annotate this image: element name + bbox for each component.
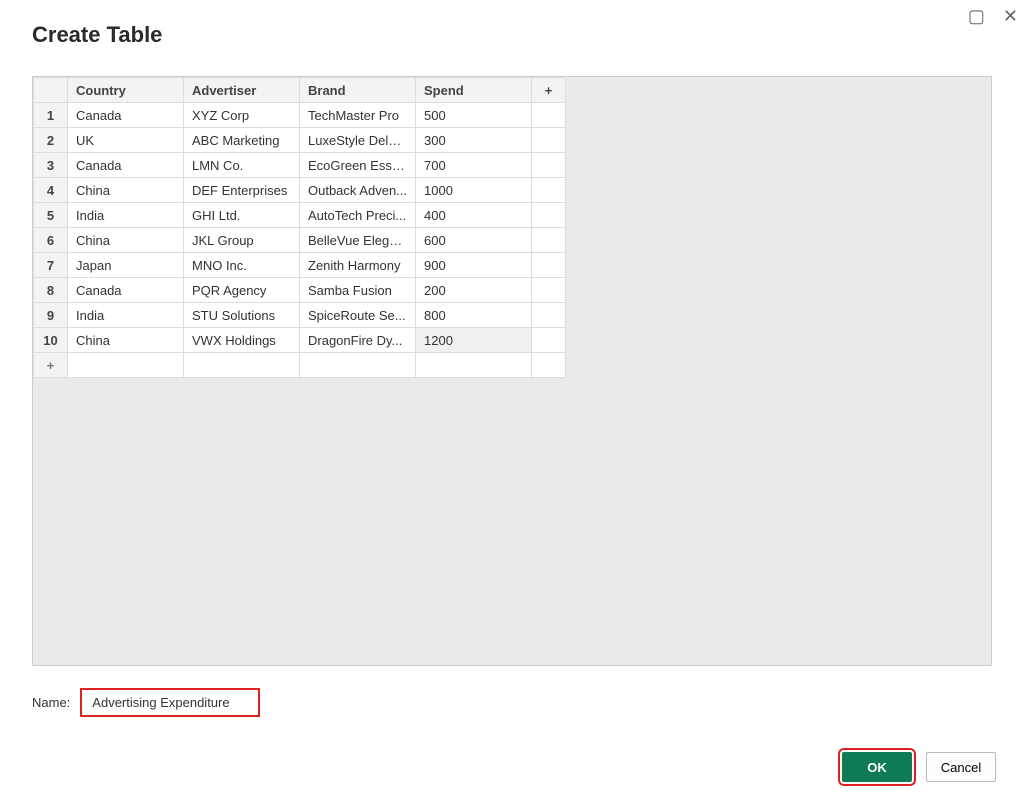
ok-button[interactable]: OK <box>842 752 912 782</box>
row-number[interactable]: 7 <box>34 253 68 278</box>
cell-spend[interactable]: 600 <box>416 228 532 253</box>
cell-empty <box>532 128 566 153</box>
cell-empty <box>532 103 566 128</box>
row-number[interactable]: 10 <box>34 328 68 353</box>
cell-advertiser[interactable]: GHI Ltd. <box>184 203 300 228</box>
add-row-button[interactable]: + <box>34 353 68 378</box>
cell-brand[interactable]: Zenith Harmony <box>300 253 416 278</box>
row-number[interactable]: 5 <box>34 203 68 228</box>
dialog-title: Create Table <box>0 0 1024 48</box>
cell-advertiser[interactable]: VWX Holdings <box>184 328 300 353</box>
cell-brand[interactable]: AutoTech Preci... <box>300 203 416 228</box>
table-row[interactable]: 3CanadaLMN Co.EcoGreen Esse...700 <box>34 153 566 178</box>
table-row[interactable]: 10ChinaVWX HoldingsDragonFire Dy...1200 <box>34 328 566 353</box>
cell-advertiser[interactable]: MNO Inc. <box>184 253 300 278</box>
cell-spend[interactable]: 900 <box>416 253 532 278</box>
row-number[interactable]: 4 <box>34 178 68 203</box>
cell-brand[interactable]: SpiceRoute Se... <box>300 303 416 328</box>
cell-advertiser[interactable]: PQR Agency <box>184 278 300 303</box>
corner-cell <box>34 78 68 103</box>
close-icon[interactable]: ✕ <box>1003 6 1018 27</box>
cell-spend[interactable]: 300 <box>416 128 532 153</box>
cell-country[interactable]: China <box>68 178 184 203</box>
cell-country[interactable]: India <box>68 303 184 328</box>
cell-spend[interactable]: 1000 <box>416 178 532 203</box>
add-column-button[interactable]: + <box>532 78 566 103</box>
column-header-brand[interactable]: Brand <box>300 78 416 103</box>
cell-empty <box>532 203 566 228</box>
cell-empty <box>532 253 566 278</box>
cell-spend[interactable]: 800 <box>416 303 532 328</box>
cell-country[interactable]: Canada <box>68 103 184 128</box>
table-name-input[interactable] <box>80 688 260 717</box>
cell-empty <box>532 278 566 303</box>
cell-brand[interactable]: DragonFire Dy... <box>300 328 416 353</box>
table-row[interactable]: 8CanadaPQR AgencySamba Fusion200 <box>34 278 566 303</box>
cell-country[interactable]: UK <box>68 128 184 153</box>
table-row[interactable]: 6ChinaJKL GroupBelleVue Elega...600 <box>34 228 566 253</box>
cell-country[interactable]: Japan <box>68 253 184 278</box>
data-grid[interactable]: Country Advertiser Brand Spend + 1Canada… <box>32 76 992 666</box>
row-number[interactable]: 3 <box>34 153 68 178</box>
cell-advertiser[interactable]: DEF Enterprises <box>184 178 300 203</box>
cell-spend[interactable]: 200 <box>416 278 532 303</box>
cell-empty <box>532 328 566 353</box>
cell-empty <box>532 303 566 328</box>
cell-advertiser[interactable]: STU Solutions <box>184 303 300 328</box>
cell-country[interactable]: China <box>68 228 184 253</box>
table-row[interactable]: 9IndiaSTU SolutionsSpiceRoute Se...800 <box>34 303 566 328</box>
row-number[interactable]: 1 <box>34 103 68 128</box>
cell-country[interactable]: Canada <box>68 153 184 178</box>
cancel-button[interactable]: Cancel <box>926 752 996 782</box>
table-row[interactable]: 1CanadaXYZ CorpTechMaster Pro500 <box>34 103 566 128</box>
table-row[interactable]: 4ChinaDEF EnterprisesOutback Adven...100… <box>34 178 566 203</box>
cell-brand[interactable]: BelleVue Elega... <box>300 228 416 253</box>
table-row[interactable]: 5IndiaGHI Ltd.AutoTech Preci...400 <box>34 203 566 228</box>
cell-advertiser[interactable]: LMN Co. <box>184 153 300 178</box>
table-row[interactable]: 2UKABC MarketingLuxeStyle Deluxe300 <box>34 128 566 153</box>
cell-empty <box>532 228 566 253</box>
cell-country[interactable]: India <box>68 203 184 228</box>
cell-spend[interactable]: 700 <box>416 153 532 178</box>
column-header-spend[interactable]: Spend <box>416 78 532 103</box>
maximize-icon[interactable]: ▢ <box>968 6 985 27</box>
cell-brand[interactable]: Samba Fusion <box>300 278 416 303</box>
cell-country[interactable]: China <box>68 328 184 353</box>
row-number[interactable]: 6 <box>34 228 68 253</box>
cell-advertiser[interactable]: JKL Group <box>184 228 300 253</box>
name-label: Name: <box>32 695 70 710</box>
cell-advertiser[interactable]: XYZ Corp <box>184 103 300 128</box>
cell-advertiser[interactable]: ABC Marketing <box>184 128 300 153</box>
row-number[interactable]: 2 <box>34 128 68 153</box>
cell-spend[interactable]: 400 <box>416 203 532 228</box>
row-number[interactable]: 8 <box>34 278 68 303</box>
table-row[interactable]: 7JapanMNO Inc.Zenith Harmony900 <box>34 253 566 278</box>
column-header-country[interactable]: Country <box>68 78 184 103</box>
cell-empty <box>532 153 566 178</box>
cell-brand[interactable]: TechMaster Pro <box>300 103 416 128</box>
cell-empty <box>532 178 566 203</box>
column-header-advertiser[interactable]: Advertiser <box>184 78 300 103</box>
cell-spend[interactable]: 1200 <box>416 328 532 353</box>
cell-brand[interactable]: LuxeStyle Deluxe <box>300 128 416 153</box>
cell-spend[interactable]: 500 <box>416 103 532 128</box>
cell-country[interactable]: Canada <box>68 278 184 303</box>
cell-brand[interactable]: Outback Adven... <box>300 178 416 203</box>
cell-brand[interactable]: EcoGreen Esse... <box>300 153 416 178</box>
row-number[interactable]: 9 <box>34 303 68 328</box>
